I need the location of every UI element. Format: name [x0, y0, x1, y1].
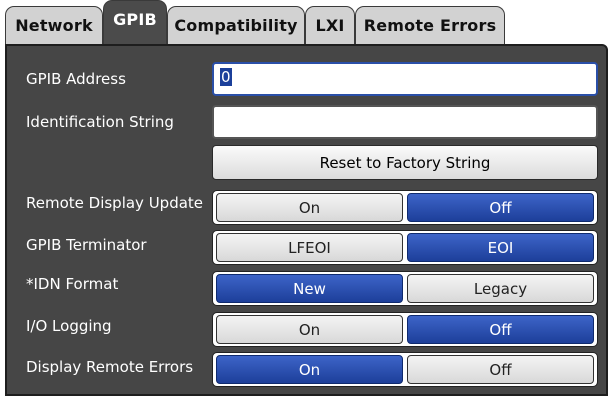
remote-display-update-label: Remote Display Update — [26, 194, 204, 212]
io-logging-off-option[interactable]: Off — [407, 315, 594, 344]
reset-to-factory-string-button[interactable]: Reset to Factory String — [212, 145, 598, 180]
identification-string-field[interactable] — [212, 105, 598, 139]
gpib-terminator-label: GPIB Terminator — [26, 236, 147, 254]
gpib-terminator-eoi-option[interactable]: EOI — [407, 233, 594, 262]
idn-format-new-option[interactable]: New — [216, 274, 403, 303]
tab-gpib[interactable]: GPIB — [103, 0, 167, 44]
tab-remote-errors[interactable]: Remote Errors — [355, 6, 505, 44]
display-remote-errors-off-option[interactable]: Off — [407, 355, 594, 384]
gpib-terminator-toggle: LFEOI EOI — [212, 230, 598, 265]
tab-bar: Network GPIB Compatibility LXI Remote Er… — [0, 0, 608, 44]
tab-compatibility[interactable]: Compatibility — [167, 6, 305, 44]
idn-format-label: *IDN Format — [26, 275, 119, 293]
display-remote-errors-toggle: On Off — [212, 352, 598, 387]
idn-format-legacy-option[interactable]: Legacy — [407, 274, 594, 303]
identification-string-label: Identification String — [26, 113, 174, 131]
display-remote-errors-label: Display Remote Errors — [26, 358, 194, 376]
gpib-terminator-lfeoi-option[interactable]: LFEOI — [216, 233, 403, 262]
tab-lxi[interactable]: LXI — [305, 6, 355, 44]
io-logging-label: I/O Logging — [26, 317, 112, 335]
tab-network[interactable]: Network — [5, 6, 103, 44]
gpib-address-label: GPIB Address — [26, 70, 126, 88]
gpib-address-value: 0 — [220, 68, 232, 86]
io-logging-on-option[interactable]: On — [216, 315, 403, 344]
remote-display-update-on-option[interactable]: On — [216, 193, 403, 222]
remote-display-update-off-option[interactable]: Off — [407, 193, 594, 222]
io-logging-toggle: On Off — [212, 312, 598, 347]
gpib-address-field[interactable]: 0 — [212, 62, 598, 96]
remote-display-update-toggle: On Off — [212, 190, 598, 225]
display-remote-errors-on-option[interactable]: On — [216, 355, 403, 384]
idn-format-toggle: New Legacy — [212, 271, 598, 306]
